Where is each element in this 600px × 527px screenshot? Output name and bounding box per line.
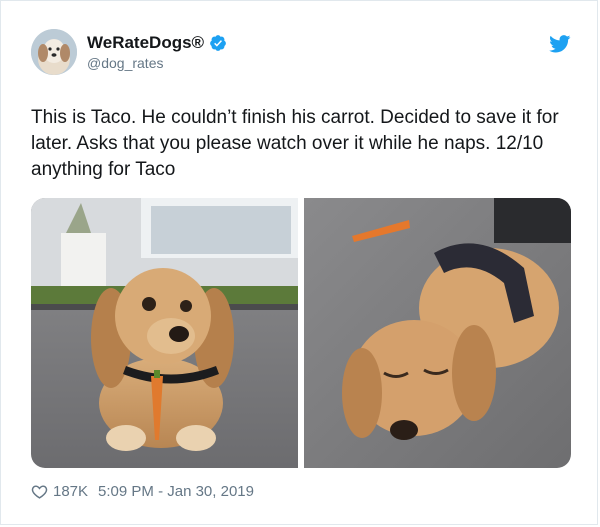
display-name[interactable]: WeRateDogs® (87, 33, 204, 53)
like-count[interactable]: 187K (53, 483, 88, 500)
puppy-with-carrot-photo[interactable] (31, 198, 298, 468)
tweet-media (31, 198, 571, 468)
puppy-sleeping-photo[interactable] (304, 198, 571, 468)
heart-icon[interactable] (31, 483, 48, 500)
name-row: WeRateDogs® (87, 33, 227, 53)
verified-badge-icon (210, 35, 226, 51)
handle[interactable]: @dog_rates (87, 55, 163, 71)
tweet-card: WeRateDogs® @dog_rates This is Taco. He … (0, 0, 598, 525)
tweet-header: WeRateDogs® @dog_rates (31, 29, 571, 79)
timestamp[interactable]: 5:09 PM - Jan 30, 2019 (98, 483, 254, 500)
tweet-footer: 187K 5:09 PM - Jan 30, 2019 (31, 481, 254, 501)
avatar[interactable] (31, 29, 77, 75)
twitter-bird-icon[interactable] (549, 35, 571, 53)
tweet-text: This is Taco. He couldn’t finish his car… (31, 107, 559, 180)
